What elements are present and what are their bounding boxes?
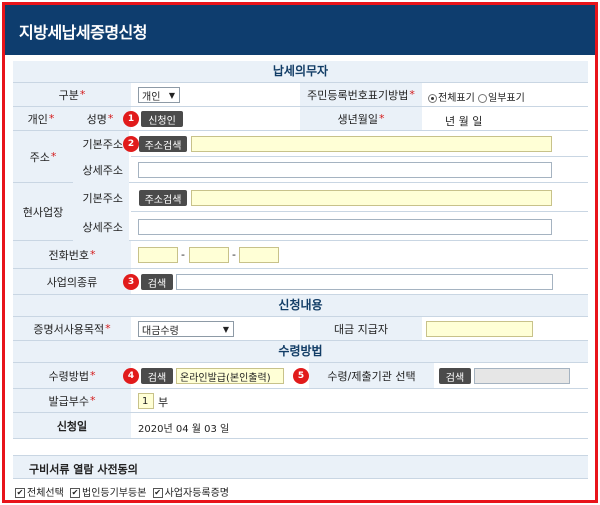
name-label: 성명 * (69, 107, 131, 130)
workplace-detail-address-label: 상세주소 (73, 212, 129, 241)
marker-3: 3 (123, 274, 139, 290)
phone-separator-1: - (181, 248, 185, 261)
payer-input[interactable] (426, 321, 533, 337)
agency-label: 수령/제출기관 선택 (309, 363, 434, 388)
form-frame: 지방세납세증명신청 납세의무자 구분 * 개인 ▼ 주민등록번호표기방법 * 전체표기… (2, 2, 598, 503)
applicant-button[interactable]: 신청인 (141, 111, 183, 127)
business-type-label: 사업의종류 (13, 269, 131, 294)
section-header-application: 신청내용 (13, 295, 588, 317)
type-select[interactable]: 개인 ▼ (138, 87, 180, 103)
business-type-input[interactable] (176, 274, 553, 290)
phone-part-1[interactable] (138, 247, 178, 263)
address-divider (131, 156, 588, 157)
id-display-radios: 전체표기 일부표기 (428, 89, 525, 104)
section-header-receipt: 수령방법 (13, 341, 588, 363)
individual-label: 개인 * (13, 107, 69, 130)
birth-value: 년 월 일 (445, 115, 483, 128)
id-display-label: 주민등록번호표기방법 * (300, 83, 422, 106)
marker-1: 1 (123, 111, 139, 127)
checkbox-corporate-registry[interactable]: ✔ (70, 488, 80, 498)
section-header-taxpayer: 납세의무자 (13, 61, 588, 83)
type-label: 구분 * (13, 83, 131, 106)
receipt-method-label: 수령방법 * (13, 363, 131, 388)
checkbox-business-registration[interactable]: ✔ (152, 488, 163, 498)
date-label: 신청일 (13, 413, 131, 438)
dropdown-arrow-icon: ▼ (222, 325, 229, 334)
phone-part-2[interactable] (189, 247, 229, 263)
address-search-button[interactable]: 주소검색 (139, 136, 187, 152)
row-business-type: 사업의종류 3 검색 (13, 269, 588, 295)
consent-title: 구비서류 열람 사전동의 (29, 463, 138, 476)
workplace-address-search-button[interactable]: 주소검색 (139, 190, 187, 206)
agency-input[interactable] (474, 368, 570, 384)
marker-5: 5 (293, 368, 309, 384)
purpose-label: 증명서사용목적 * (13, 317, 131, 340)
workplace-label: 현사업장 (13, 183, 73, 240)
basic-address-input[interactable] (191, 136, 552, 152)
row-phone: 전화번호 * - - (13, 241, 588, 269)
address-label: 주소 * (13, 131, 73, 182)
workplace-divider (131, 211, 588, 212)
agency-search-button[interactable]: 검색 (439, 368, 471, 384)
row-copies: 발급부수 * 1 부 (13, 389, 588, 413)
checkbox-select-all[interactable]: ✔ (15, 488, 25, 498)
consent-options: ✔ 전체선택 ✔ 법인등기부등본 ✔ 사업자등록증명 (15, 488, 229, 499)
phone-separator-2: - (232, 248, 236, 261)
copies-label: 발급부수 * (13, 389, 131, 412)
phone-part-3[interactable] (239, 247, 279, 263)
receipt-method-search-button[interactable]: 검색 (141, 368, 173, 384)
workplace-basic-address-input[interactable] (191, 190, 552, 206)
marker-4: 4 (123, 368, 139, 384)
marker-2: 2 (123, 136, 139, 152)
date-value: 2020년 04 월 03 일 (138, 424, 230, 435)
radio-full-display[interactable] (428, 93, 437, 103)
row-receipt-method: 수령방법 * 4 검색 온라인발급(본인출력) 5 수령/제출기관 선택 검색 (13, 363, 588, 389)
page-title: 지방세납세증명신청 (5, 5, 595, 55)
row-name: 개인 * 성명 * 1 신청인 생년월일 * 년 월 일 (13, 107, 588, 131)
copies-input[interactable]: 1 (138, 393, 154, 409)
copies-unit: 부 (158, 396, 169, 409)
detail-address-label: 상세주소 (73, 157, 129, 183)
business-type-search-button[interactable]: 검색 (141, 274, 173, 290)
consent-header: 구비서류 열람 사전동의 (13, 455, 588, 479)
dropdown-arrow-icon: ▼ (168, 91, 175, 100)
row-address: 주소 * 기본주소 상세주소 2 주소검색 (13, 131, 588, 183)
row-purpose: 증명서사용목적 * 대금수령 ▼ 대금 지급자 (13, 317, 588, 341)
row-workplace: 현사업장 기본주소 상세주소 주소검색 (13, 183, 588, 241)
radio-partial-display[interactable] (478, 93, 487, 103)
workplace-basic-address-label: 기본주소 (73, 183, 129, 212)
workplace-detail-address-input[interactable] (138, 219, 552, 235)
phone-label: 전화번호 * (13, 241, 131, 268)
row-type: 구분 * 개인 ▼ 주민등록번호표기방법 * 전체표기 일부표기 (13, 83, 588, 107)
receipt-method-input[interactable]: 온라인발급(본인출력) (176, 368, 284, 384)
birth-label: 생년월일 * (300, 107, 422, 130)
basic-address-label: 기본주소 (73, 131, 129, 157)
detail-address-input[interactable] (138, 162, 552, 178)
purpose-select[interactable]: 대금수령 ▼ (138, 321, 234, 337)
payer-label: 대금 지급자 (300, 317, 422, 340)
row-date: 신청일 2020년 04 월 03 일 (13, 413, 588, 439)
